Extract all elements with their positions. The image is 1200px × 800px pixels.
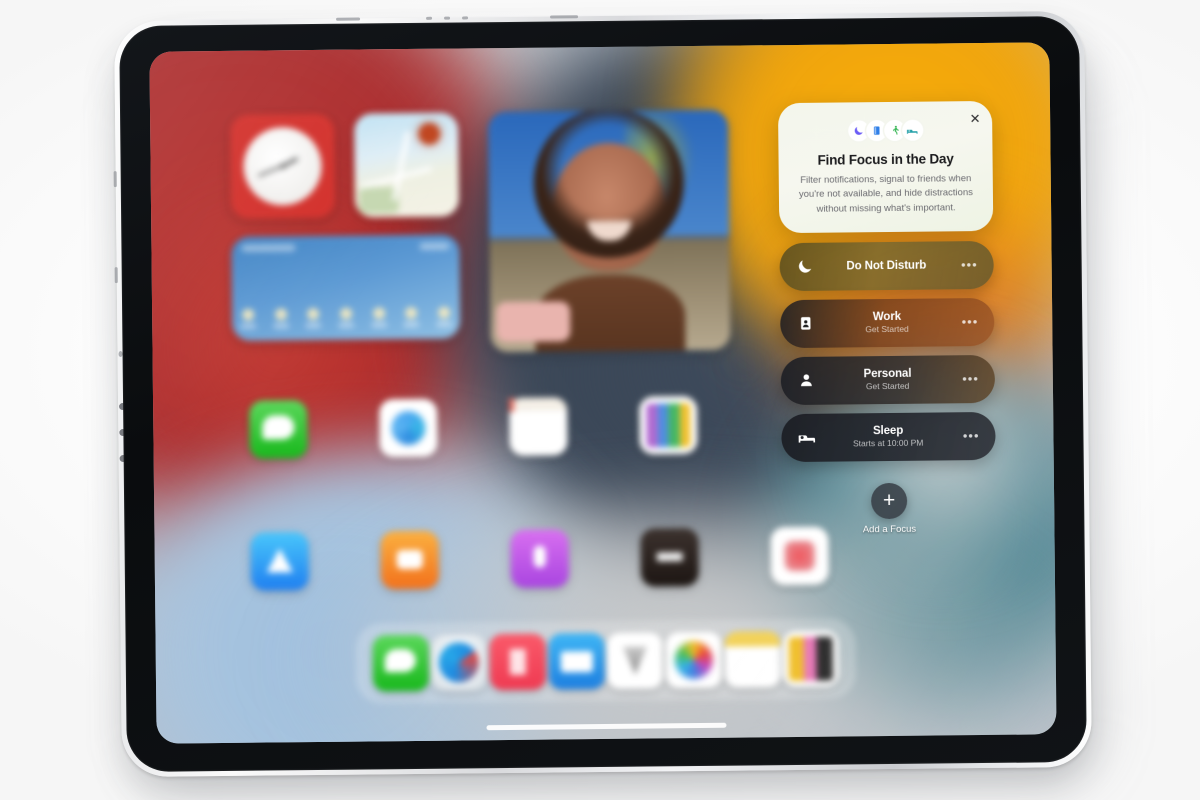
bed-icon [795, 427, 817, 449]
focus-row-text: Work Get Started [816, 310, 962, 335]
focus-row-work[interactable]: Work Get Started ••• [780, 297, 995, 348]
focus-card-title: Find Focus in the Day [817, 151, 954, 168]
focus-row-subtitle: Get Started [865, 381, 910, 392]
mic-dot-icon [426, 16, 433, 20]
mic-dot-icon [444, 16, 451, 20]
ipad-device: ✕ Find Focus in the Day Filter notificat… [113, 10, 1092, 778]
product-shot: ✕ Find Focus in the Day Filter notificat… [0, 0, 1200, 800]
more-options-icon[interactable]: ••• [963, 428, 980, 443]
more-options-icon[interactable]: ••• [961, 257, 978, 272]
focus-card-subtitle: Filter notifications, signal to friends … [798, 173, 973, 215]
focus-row-text: Sleep Starts at 10:00 PM [817, 424, 963, 449]
bed-icon [901, 119, 923, 141]
focus-row-title: Personal [863, 368, 912, 381]
focus-icon-cluster [792, 119, 978, 142]
close-icon[interactable]: ✕ [967, 110, 983, 126]
focus-row-text: Do Not Disturb [816, 259, 961, 273]
focus-row-do-not-disturb[interactable]: Do Not Disturb ••• [779, 240, 994, 291]
focus-row-subtitle: Get Started [865, 324, 909, 335]
device-bezel: ✕ Find Focus in the Day Filter notificat… [119, 15, 1087, 773]
focus-row-subtitle: Starts at 10:00 PM [852, 437, 924, 449]
volume-up-button[interactable] [113, 171, 117, 188]
more-options-icon[interactable]: ••• [962, 371, 979, 386]
focus-intro-card: ✕ Find Focus in the Day Filter notificat… [777, 100, 994, 233]
badge-icon [794, 313, 816, 335]
focus-row-sleep[interactable]: Sleep Starts at 10:00 PM ••• [781, 411, 996, 462]
plus-icon[interactable]: + [870, 482, 908, 519]
device-screen: ✕ Find Focus in the Day Filter notificat… [149, 42, 1057, 744]
focus-mode-list: Do Not Disturb ••• Work Get Started ••• … [779, 240, 996, 462]
mic-dot-icon [462, 16, 469, 20]
focus-row-title: Sleep [872, 425, 904, 438]
add-focus-group: + Add a Focus [782, 482, 997, 536]
more-options-icon[interactable]: ••• [962, 314, 979, 329]
person-icon [795, 370, 817, 392]
antenna-line-icon [550, 15, 579, 19]
focus-row-title: Work [872, 311, 902, 324]
moon-icon [794, 256, 816, 278]
add-focus-label: Add a Focus [862, 523, 917, 536]
focus-row-text: Personal Get Started [817, 367, 963, 392]
focus-row-title: Do Not Disturb [846, 259, 927, 273]
focus-setup-panel: ✕ Find Focus in the Day Filter notificat… [777, 100, 997, 536]
focus-row-personal[interactable]: Personal Get Started ••• [780, 354, 996, 405]
volume-down-button[interactable] [114, 267, 118, 284]
antenna-line-icon [336, 17, 361, 21]
